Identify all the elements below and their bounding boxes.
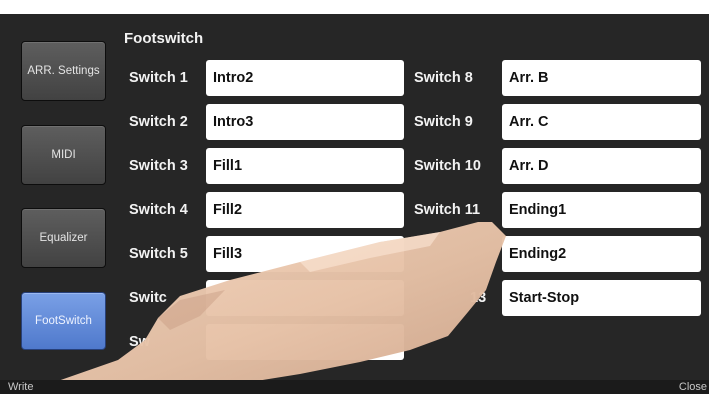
switch-9-field[interactable]: Arr. C <box>502 104 701 140</box>
page-title: Footswitch <box>124 30 204 47</box>
switch-13-label: 13 <box>470 290 487 306</box>
sidebar-item-arr-settings[interactable]: ARR. Settings <box>21 41 106 101</box>
sidebar-item-equalizer[interactable]: Equalizer <box>21 208 106 268</box>
switch-5-label: Switch 5 <box>129 246 188 262</box>
switch-10-field[interactable]: Arr. D <box>502 148 701 184</box>
sidebar-item-midi[interactable]: MIDI <box>21 125 106 185</box>
switch-7-field[interactable] <box>206 324 404 360</box>
switch-1-field[interactable]: Intro2 <box>206 60 404 96</box>
switch-12-field[interactable]: Ending2 <box>502 236 701 272</box>
switch-1-label: Switch 1 <box>129 70 188 86</box>
switch-4-label: Switch 4 <box>129 202 188 218</box>
switch-7-label: Sw <box>129 334 150 350</box>
switch-3-label: Switch 3 <box>129 158 188 174</box>
switch-11-label: Switch 11 <box>414 202 481 218</box>
switch-8-label: Switch 8 <box>414 70 473 86</box>
bottom-bar: Write Close <box>0 380 709 394</box>
switch-8-field[interactable]: Arr. B <box>502 60 701 96</box>
switch-2-field[interactable]: Intro3 <box>206 104 404 140</box>
switch-3-field[interactable]: Fill1 <box>206 148 404 184</box>
switch-4-field[interactable]: Fill2 <box>206 192 404 228</box>
sidebar-item-footswitch[interactable]: FootSwitch <box>21 292 106 350</box>
write-button[interactable]: Write <box>8 380 33 394</box>
switch-5-field[interactable]: Fill3 <box>206 236 404 272</box>
switch-6-label: Switc <box>129 290 167 306</box>
switch-2-label: Switch 2 <box>129 114 188 130</box>
switch-11-field[interactable]: Ending1 <box>502 192 701 228</box>
switch-9-label: Switch 9 <box>414 114 473 130</box>
switch-13-field[interactable]: Start-Stop <box>502 280 701 316</box>
switch-10-label: Switch 10 <box>414 158 481 174</box>
switch-6-field[interactable] <box>206 280 404 316</box>
close-button[interactable]: Close <box>679 380 707 394</box>
